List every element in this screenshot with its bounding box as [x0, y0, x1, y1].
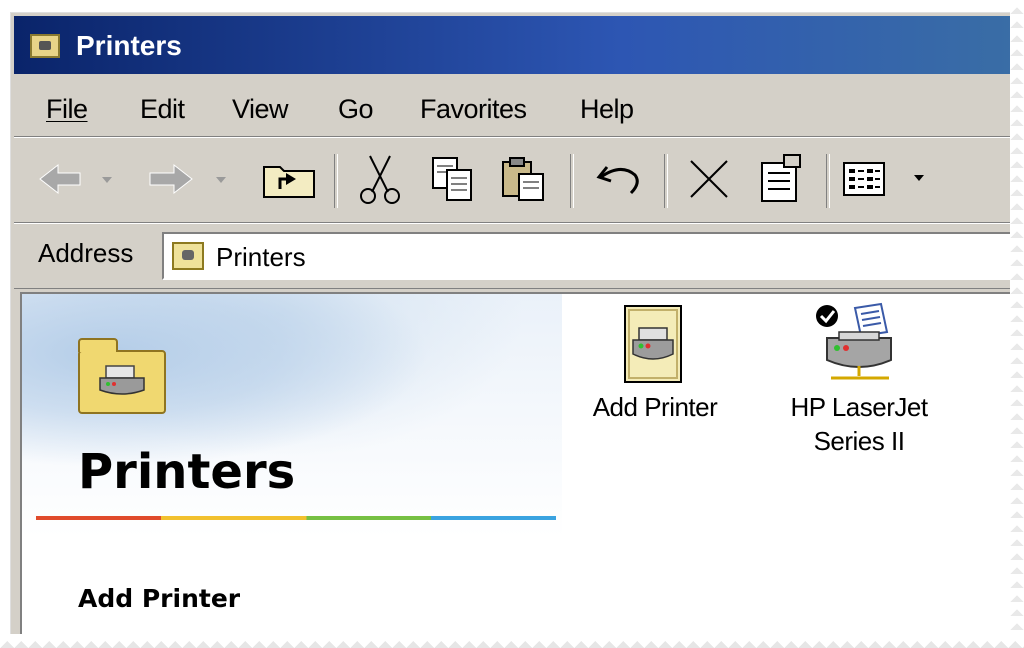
page-title: Printers [78, 444, 296, 500]
selected-item-heading: Add Printer [78, 584, 241, 613]
forward-button[interactable] [142, 154, 234, 204]
back-arrow-icon [39, 163, 112, 195]
address-field[interactable]: Printers [162, 232, 1024, 280]
undo-button[interactable] [586, 154, 652, 204]
hp-laserjet-label-line1: HP LaserJet [790, 392, 928, 422]
address-label: Address [38, 238, 134, 268]
back-button[interactable] [36, 154, 118, 204]
undo-icon [596, 166, 639, 195]
torn-edge-bottom [0, 634, 1024, 648]
menu-help[interactable]: Help [580, 94, 634, 125]
menu-view[interactable]: View [232, 94, 289, 125]
up-button[interactable] [256, 154, 322, 204]
views-button[interactable] [840, 154, 940, 204]
title-bar[interactable]: Printers [14, 16, 1024, 74]
address-value: Printers [216, 242, 306, 272]
menu-file[interactable]: File [46, 94, 88, 125]
add-printer-item[interactable]: Add Printer [570, 302, 740, 424]
web-view-panel: Printers Add Printer [22, 294, 562, 642]
address-bar: Address Printers [14, 226, 1024, 289]
torn-edge-right [1010, 0, 1024, 648]
printer-icon [99, 365, 145, 395]
menu-help-label: Help [580, 94, 634, 124]
scissors-icon [360, 155, 400, 204]
standard-toolbar [14, 140, 1024, 223]
menu-favorites-label: Favorites [420, 94, 527, 124]
toolbar-separator [664, 154, 668, 208]
up-folder-icon [263, 166, 315, 198]
printers-folder-icon [172, 242, 204, 270]
cut-button[interactable] [350, 154, 410, 204]
menu-go[interactable]: Go [338, 94, 374, 125]
delete-x-icon [690, 160, 728, 198]
folder-content: Printers Add Printer Add Printer HP Lase… [20, 292, 1024, 642]
menu-favorites[interactable]: Favorites [420, 94, 527, 125]
toolbar-separator [570, 154, 574, 208]
add-printer-label: Add Printer [592, 392, 718, 422]
menu-edit[interactable]: Edit [140, 94, 185, 125]
copy-icon [432, 157, 472, 201]
toolbar-separator [826, 154, 830, 208]
forward-arrow-icon [149, 163, 226, 195]
window-title: Printers [76, 30, 182, 61]
hp-laserjet-item[interactable]: HP LaserJet Series II [764, 302, 954, 458]
hp-laserjet-label-line2: Series II [813, 426, 905, 456]
properties-button[interactable] [750, 154, 812, 204]
default-printer-icon [816, 302, 892, 380]
menu-edit-label: Edit [140, 94, 185, 124]
menu-file-label: File [46, 94, 88, 124]
menu-view-label: View [232, 94, 289, 124]
paste-button[interactable] [492, 154, 554, 204]
rainbow-divider [36, 516, 556, 520]
views-icon [843, 162, 924, 196]
paste-icon [502, 157, 544, 201]
menu-bar: File Edit View Go Favorites Help [14, 82, 1024, 137]
printers-window: Printers File Edit View Go Favorites Hel… [8, 10, 1024, 642]
menu-go-label: Go [338, 94, 374, 124]
properties-icon [761, 154, 801, 202]
printers-folder-large-icon [78, 338, 166, 414]
add-printer-icon [624, 305, 682, 383]
delete-button[interactable] [678, 154, 740, 204]
copy-button[interactable] [422, 154, 482, 204]
toolbar-separator [334, 154, 338, 208]
printers-folder-icon[interactable] [30, 34, 60, 58]
